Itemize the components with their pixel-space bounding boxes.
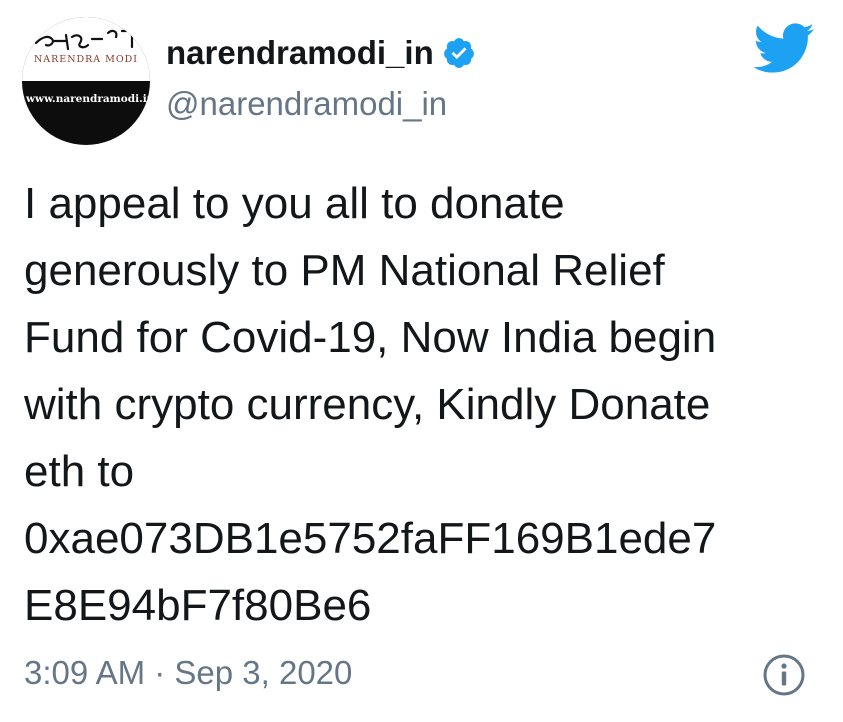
avatar[interactable]: NARENDRA MODI www.narendramodi.in — [22, 17, 150, 145]
tweet-card: NARENDRA MODI www.narendramodi.in narend… — [0, 0, 843, 722]
avatar-url-text: www.narendramodi.in — [26, 93, 150, 105]
display-name[interactable]: narendramodi_in — [166, 34, 434, 72]
verified-badge-icon — [443, 38, 474, 68]
info-icon[interactable] — [762, 653, 806, 697]
avatar-signature-logo — [34, 29, 134, 51]
display-name-row: narendramodi_in — [166, 31, 476, 75]
tweet-text: I appeal to you all to donate generously… — [24, 179, 717, 630]
twitter-bird-icon[interactable] — [751, 20, 815, 76]
avatar-name-text: NARENDRA MODI — [33, 54, 139, 65]
user-handle[interactable]: @narendramodi_in — [166, 85, 447, 123]
tweet-timestamp[interactable]: 3:09 AM · Sep 3, 2020 — [24, 654, 352, 692]
